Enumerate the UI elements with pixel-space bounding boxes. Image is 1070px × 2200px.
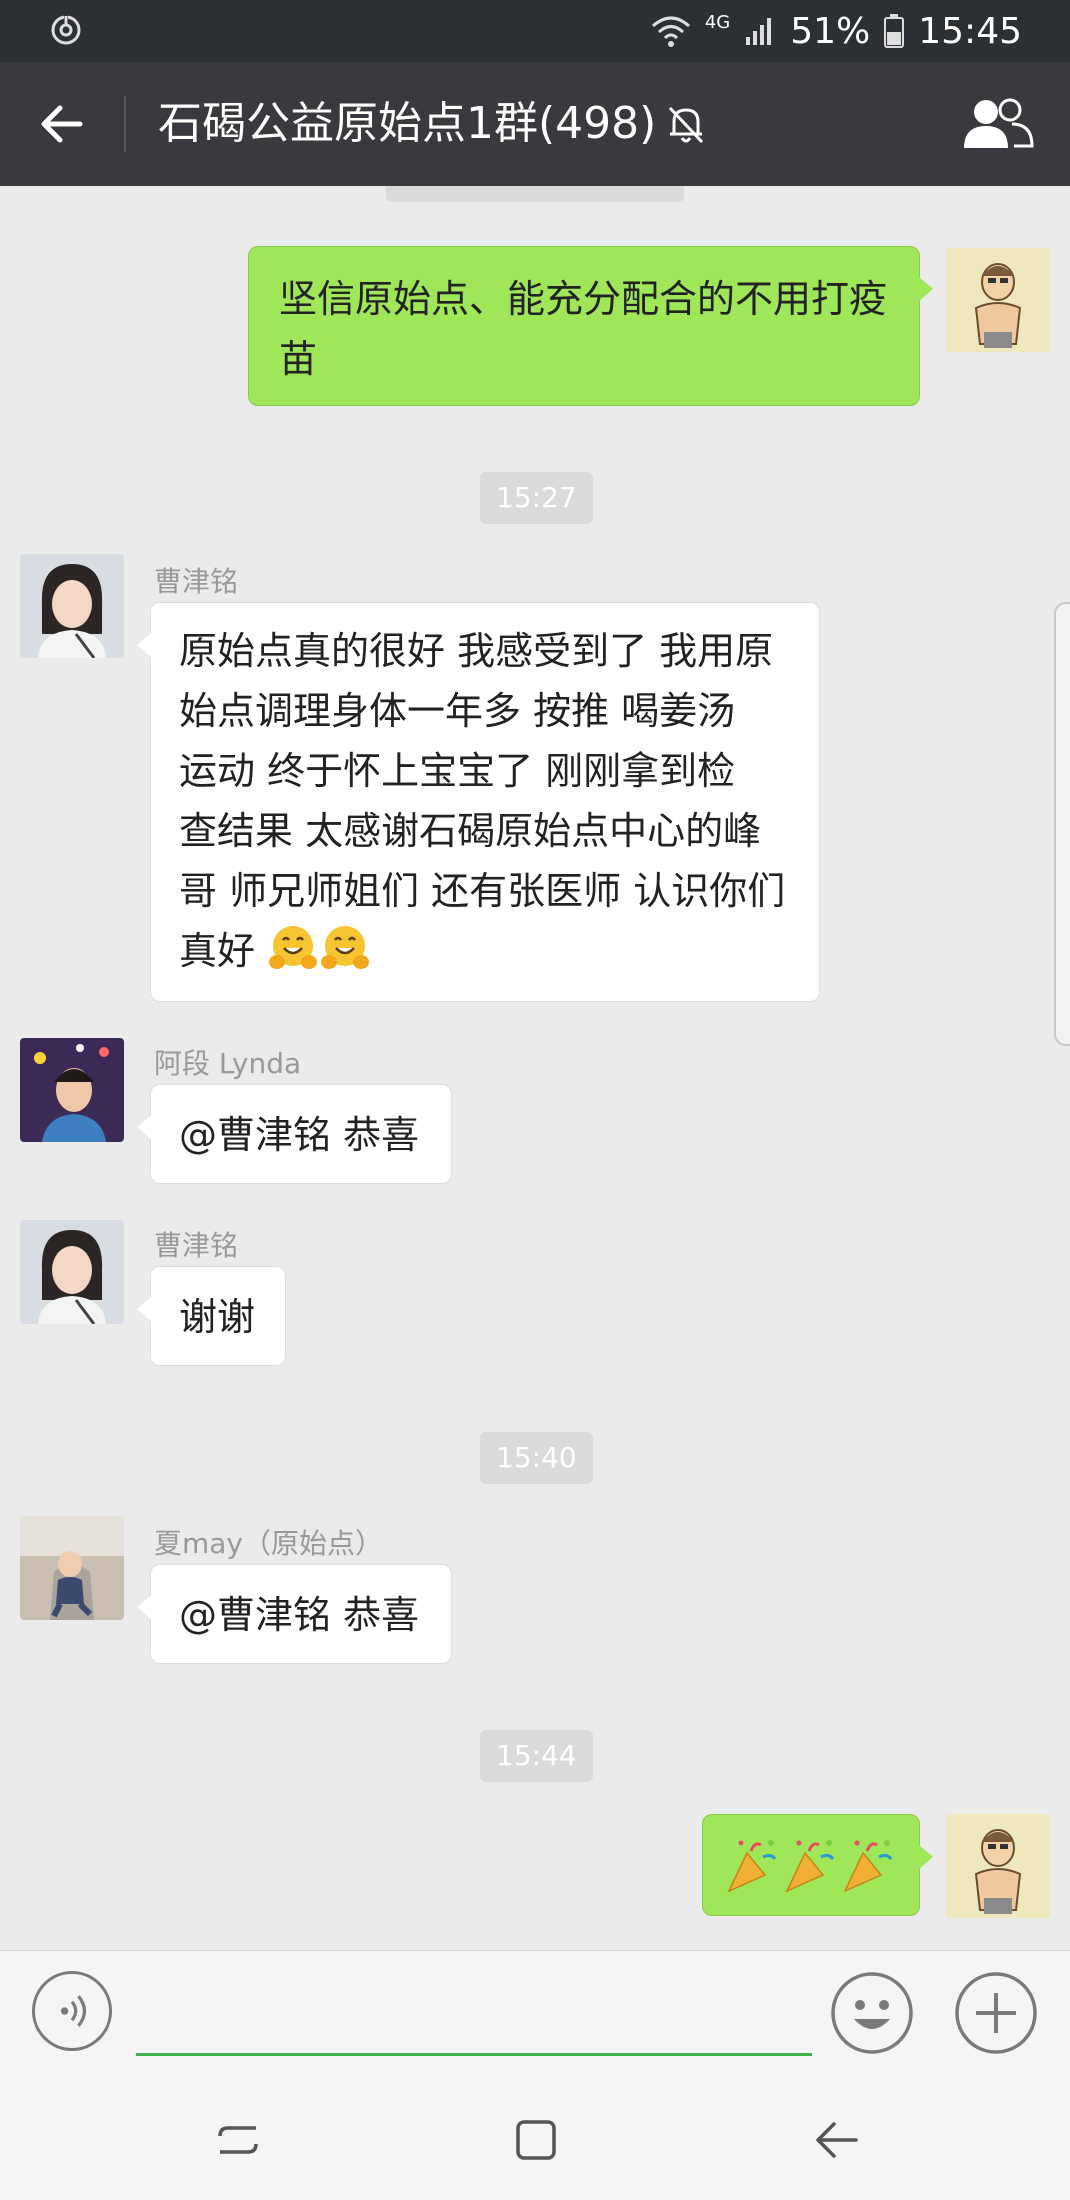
signal-icon — [746, 18, 772, 45]
message-bubble-outgoing[interactable]: 坚信原始点、能充分配合的不用打疫苗 — [248, 246, 933, 406]
avatar-sender[interactable] — [20, 1516, 124, 1620]
sync-icon — [51, 14, 81, 45]
party-popper-emoji-icon — [727, 1840, 777, 1893]
sender-name: 夏may（原始点） — [154, 1527, 384, 1560]
avatar-self[interactable] — [946, 248, 1050, 352]
message-input[interactable] — [136, 1981, 812, 2056]
wifi-icon — [651, 16, 690, 47]
status-bar: 4G 51% 15:45 — [0, 0, 1070, 62]
message-bubble-incoming[interactable]: @曹津铭 恭喜 — [137, 1564, 452, 1664]
avatar-woman-icon — [20, 1220, 124, 1324]
sender-name: 阿段 Lynda — [154, 1047, 302, 1080]
sender-name: 曹津铭 — [154, 565, 239, 598]
message-bubble-incoming[interactable]: 原始点真的很好 我感受到了 我用原 始点调理身体一年多 按推 喝姜汤 运动 终于… — [137, 602, 820, 1002]
system-notice-partial — [386, 186, 684, 202]
message-line: 原始点真的很好 我感受到了 我用原 — [179, 629, 774, 673]
message-bubble-incoming[interactable]: 谢谢 — [137, 1266, 286, 1366]
chat-header: 石碣公益原始点1群(498) — [0, 62, 1070, 186]
sender-name: 曹津铭 — [154, 1229, 239, 1262]
chat-area[interactable]: 坚信原始点、能充分配合的不用打疫苗 15:27 曹津铭 原始点真的很好 我感受到… — [0, 186, 1070, 1950]
avatar-self-icon — [946, 248, 1050, 352]
message-input-bar — [0, 1950, 1070, 2077]
message-text: 坚信原始点、能充分配合的不用打疫苗 — [279, 277, 888, 381]
message-text: @曹津铭 恭喜 — [179, 1113, 420, 1157]
party-popper-emoji-icon — [785, 1840, 835, 1893]
message-text: 谢谢 — [179, 1295, 256, 1339]
battery-percent: 51% — [790, 10, 871, 52]
avatar-sender[interactable] — [20, 554, 124, 658]
message-bubble-incoming[interactable]: @曹津铭 恭喜 — [137, 1084, 452, 1184]
header-divider — [124, 96, 126, 152]
avatar-baby-icon — [20, 1516, 124, 1620]
timestamp: 15:44 — [480, 1730, 593, 1782]
recent-apps-icon[interactable] — [214, 2116, 262, 2164]
party-popper-emoji-icon — [843, 1840, 893, 1893]
message-text: @曹津铭 恭喜 — [179, 1593, 420, 1637]
clock: 15:45 — [918, 10, 1022, 52]
voice-input-icon[interactable] — [32, 1971, 112, 2051]
mute-bell-icon — [668, 106, 704, 144]
message-line-last: 真好 — [179, 921, 791, 981]
system-nav-bar — [0, 2076, 1070, 2200]
back-nav-icon[interactable] — [812, 2116, 860, 2164]
message-line: 查结果 太感谢石碣原始点中心的峰 — [179, 809, 762, 853]
emoji-icon[interactable] — [830, 1971, 914, 2055]
message-bubble-outgoing[interactable] — [702, 1814, 933, 1916]
back-arrow-icon[interactable] — [36, 98, 88, 150]
timestamp: 15:27 — [480, 472, 593, 524]
message-line: 运动 终于怀上宝宝了 刚刚拿到检 — [179, 749, 736, 793]
message-line: 真好 — [179, 929, 256, 973]
message-line: 哥 师兄师姐们 还有张医师 认识你们 — [179, 869, 786, 913]
hugging-face-emoji-icon — [269, 926, 318, 969]
avatar-self-icon — [946, 1814, 1050, 1918]
chat-title: 石碣公益原始点1群(498) — [158, 98, 657, 149]
timestamp: 15:40 — [480, 1432, 593, 1484]
avatar-woman-icon — [20, 554, 124, 658]
avatar-self[interactable] — [946, 1814, 1050, 1918]
avatar-sender[interactable] — [20, 1220, 124, 1324]
party-popper-emoji-row — [727, 1840, 893, 1893]
avatar-sender[interactable] — [20, 1038, 124, 1142]
home-button-icon[interactable] — [512, 2116, 560, 2164]
message-line: 始点调理身体一年多 按推 喝姜汤 — [179, 689, 736, 733]
group-members-icon[interactable] — [962, 96, 1034, 152]
network-type: 4G — [704, 12, 731, 33]
hugging-face-emoji-icon — [321, 926, 370, 969]
avatar-lynda-icon — [20, 1038, 124, 1142]
battery-icon — [884, 14, 905, 48]
scroll-indicator[interactable] — [1054, 602, 1070, 1046]
plus-icon[interactable] — [954, 1971, 1038, 2055]
